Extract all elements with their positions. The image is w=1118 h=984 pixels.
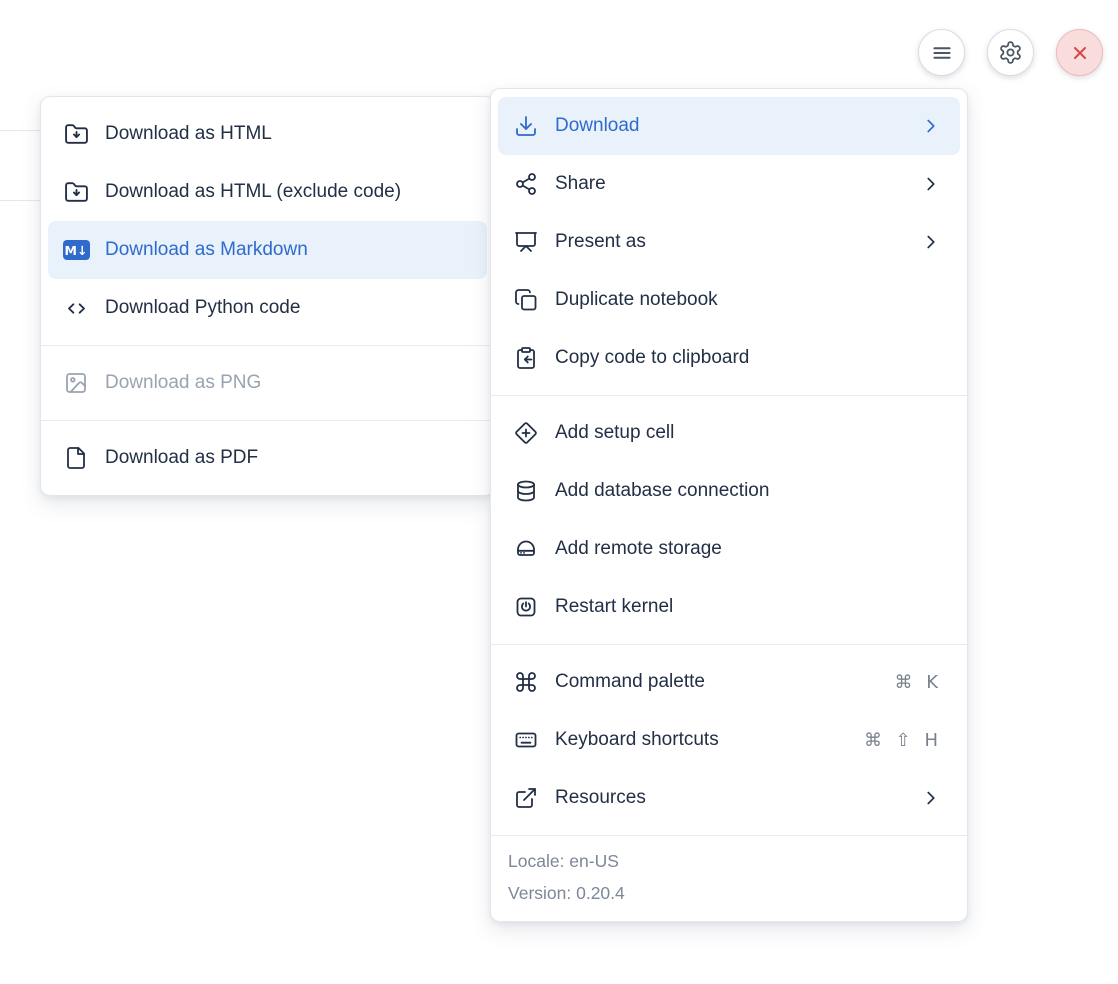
external-link-icon bbox=[513, 785, 539, 811]
menu-item-command-palette[interactable]: Command palette ⌘ K bbox=[498, 653, 960, 711]
submenu-section: Download as PDF bbox=[41, 420, 494, 495]
menu-section: Download Share Present as bbox=[491, 89, 967, 395]
menu-item-label: Add setup cell bbox=[555, 422, 942, 444]
chevron-right-icon bbox=[920, 231, 942, 253]
menu-item-label: Present as bbox=[555, 231, 904, 253]
presentation-icon bbox=[513, 229, 539, 255]
command-icon bbox=[513, 669, 539, 695]
menu-footer: Locale: en-US Version: 0.20.4 bbox=[491, 835, 967, 921]
menu-item-label: Resources bbox=[555, 787, 904, 809]
submenu-section: Download as PNG bbox=[41, 345, 494, 420]
menu-item-add-setup-cell[interactable]: Add setup cell bbox=[498, 404, 960, 462]
close-icon bbox=[1068, 41, 1092, 65]
menu-item-download-python-code[interactable]: Download Python code bbox=[48, 279, 487, 337]
notebook-actions-menu: Download Share Present as bbox=[490, 88, 968, 922]
background-cell-border bbox=[0, 130, 41, 131]
menu-item-keyboard-shortcuts[interactable]: Keyboard shortcuts ⌘ ⇧ H bbox=[498, 711, 960, 769]
shortcut-text: ⌘ K bbox=[894, 672, 942, 693]
hamburger-icon bbox=[929, 40, 955, 66]
markdown-badge-icon: M↓ bbox=[63, 237, 89, 263]
menu-item-label: Add remote storage bbox=[555, 538, 942, 560]
menu-item-label: Download as HTML bbox=[105, 123, 469, 145]
clipboard-arrow-icon bbox=[513, 345, 539, 371]
menu-item-restart-kernel[interactable]: Restart kernel bbox=[498, 578, 960, 636]
download-submenu: Download as HTML Download as HTML (exclu… bbox=[40, 96, 495, 496]
submenu-section: Download as HTML Download as HTML (exclu… bbox=[41, 97, 494, 345]
menu-item-download-as-html-exclude-code[interactable]: Download as HTML (exclude code) bbox=[48, 163, 487, 221]
menu-item-add-database-connection[interactable]: Add database connection bbox=[498, 462, 960, 520]
folder-down-icon bbox=[63, 179, 89, 205]
menu-item-download-as-png: Download as PNG bbox=[48, 354, 487, 412]
menu-item-download-as-markdown[interactable]: M↓ Download as Markdown bbox=[48, 221, 487, 279]
download-icon bbox=[513, 113, 539, 139]
menu-item-label: Download as HTML (exclude code) bbox=[105, 181, 469, 203]
notebook-menu-button[interactable] bbox=[918, 29, 965, 76]
storage-icon bbox=[513, 536, 539, 562]
chevron-right-icon bbox=[920, 173, 942, 195]
chevron-right-icon bbox=[920, 115, 942, 137]
menu-item-label: Download bbox=[555, 115, 904, 137]
menu-item-duplicate-notebook[interactable]: Duplicate notebook bbox=[498, 271, 960, 329]
file-icon bbox=[63, 445, 89, 471]
locale-text: Locale: en-US bbox=[508, 845, 950, 877]
menu-section: Command palette ⌘ K Keyboard shortcuts ⌘… bbox=[491, 644, 967, 835]
menu-item-label: Copy code to clipboard bbox=[555, 347, 942, 369]
folder-down-icon bbox=[63, 121, 89, 147]
chevron-right-icon bbox=[920, 787, 942, 809]
menu-item-label: Download as PDF bbox=[105, 447, 469, 469]
menu-item-resources[interactable]: Resources bbox=[498, 769, 960, 827]
menu-item-label: Command palette bbox=[555, 671, 878, 693]
menu-item-label: Restart kernel bbox=[555, 596, 942, 618]
shortcut-text: ⌘ ⇧ H bbox=[864, 730, 942, 751]
menu-item-label: Download Python code bbox=[105, 297, 469, 319]
close-button[interactable] bbox=[1056, 29, 1103, 76]
background-cell-border bbox=[0, 200, 41, 201]
menu-item-label: Share bbox=[555, 173, 904, 195]
menu-item-label: Duplicate notebook bbox=[555, 289, 942, 311]
menu-item-label: Download as Markdown bbox=[105, 239, 469, 261]
menu-item-label: Download as PNG bbox=[105, 372, 469, 394]
menu-item-label: Keyboard shortcuts bbox=[555, 729, 848, 751]
copy-icon bbox=[513, 287, 539, 313]
menu-item-download-as-pdf[interactable]: Download as PDF bbox=[48, 429, 487, 487]
menu-item-download-as-html[interactable]: Download as HTML bbox=[48, 105, 487, 163]
code-icon bbox=[63, 295, 89, 321]
menu-item-add-remote-storage[interactable]: Add remote storage bbox=[498, 520, 960, 578]
gear-icon bbox=[998, 40, 1023, 65]
menu-section: Add setup cell Add database connection bbox=[491, 395, 967, 644]
menu-item-present-as[interactable]: Present as bbox=[498, 213, 960, 271]
database-icon bbox=[513, 478, 539, 504]
menu-item-label: Add database connection bbox=[555, 480, 942, 502]
power-square-icon bbox=[513, 594, 539, 620]
settings-button[interactable] bbox=[987, 29, 1034, 76]
menu-item-copy-code-to-clipboard[interactable]: Copy code to clipboard bbox=[498, 329, 960, 387]
menu-item-share[interactable]: Share bbox=[498, 155, 960, 213]
version-text: Version: 0.20.4 bbox=[508, 877, 950, 909]
image-icon bbox=[63, 370, 89, 396]
menu-item-download[interactable]: Download bbox=[498, 97, 960, 155]
share-icon bbox=[513, 171, 539, 197]
diamond-plus-icon bbox=[513, 420, 539, 446]
keyboard-icon bbox=[513, 727, 539, 753]
